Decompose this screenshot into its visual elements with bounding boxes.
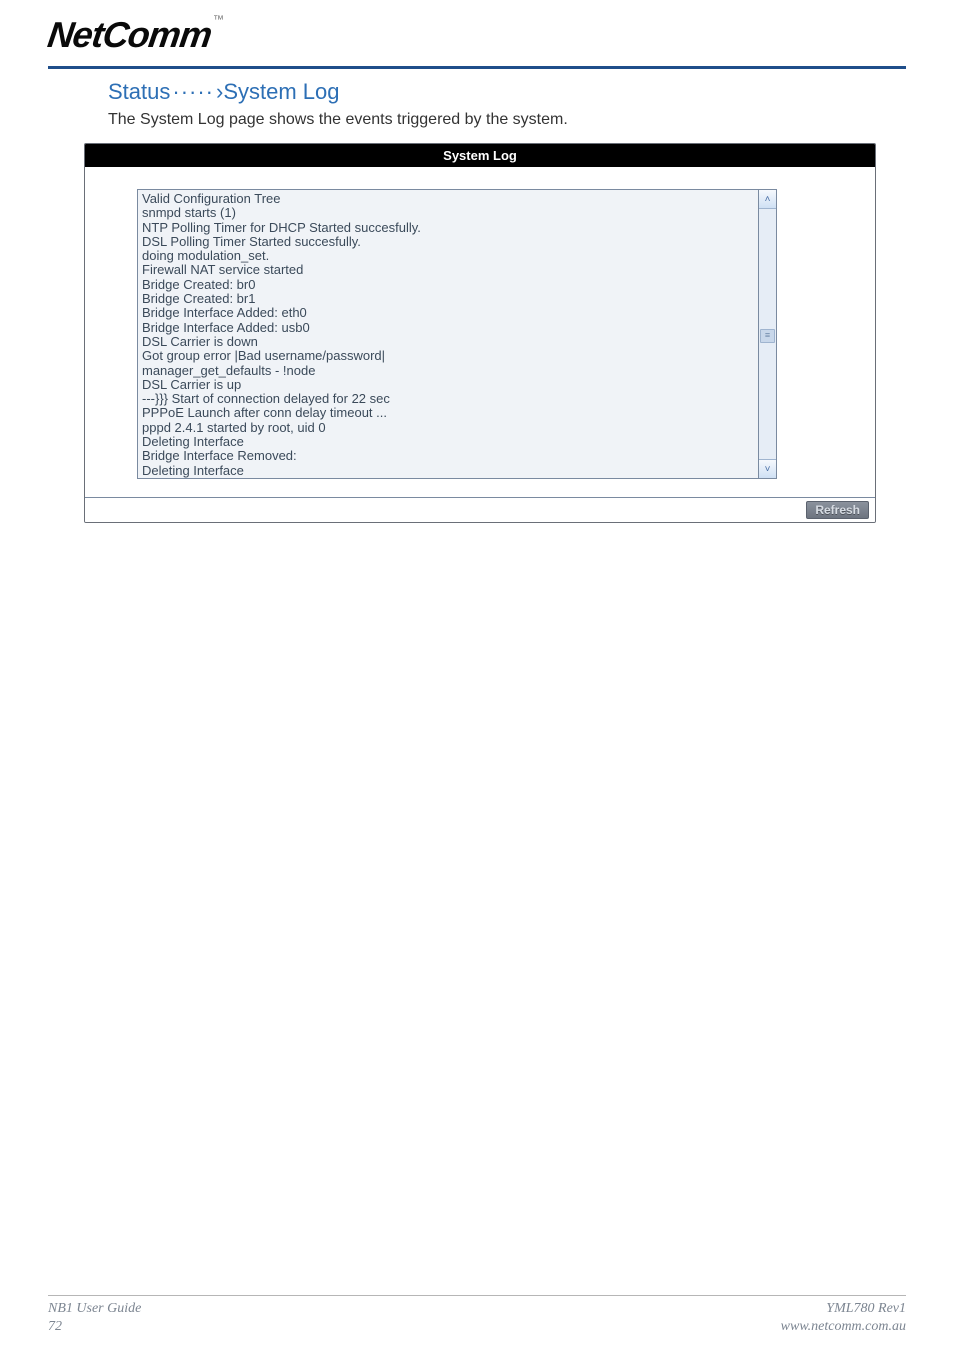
footer-doc-rev: YML780 Rev1 [781, 1300, 906, 1318]
scroll-down-button[interactable]: ˅ [759, 459, 776, 478]
brand-logo: NetComm™ [48, 14, 224, 56]
trademark-icon: ™ [213, 14, 224, 26]
page: NetComm™ Status·····›System Log The Syst… [0, 0, 954, 1354]
footer-page-number: 72 [48, 1318, 141, 1336]
page-footer: NB1 User Guide 72 YML780 Rev1 www.netcom… [48, 1295, 906, 1336]
footer-left: NB1 User Guide 72 [48, 1300, 141, 1336]
scroll-track[interactable]: ≡ [759, 209, 776, 459]
log-wrap: Valid Configuration Tree snmpd starts (1… [137, 189, 861, 479]
footer-right: YML780 Rev1 www.netcomm.com.au [781, 1300, 906, 1336]
log-textarea[interactable]: Valid Configuration Tree snmpd starts (1… [137, 189, 759, 479]
scroll-up-button[interactable]: ˄ [759, 190, 776, 209]
brand-logo-text: NetComm [45, 14, 214, 56]
system-log-panel: System Log Valid Configuration Tree snmp… [84, 143, 876, 523]
panel-footer: Refresh [85, 497, 875, 522]
scrollbar[interactable]: ˄ ≡ ˅ [759, 189, 777, 479]
chevron-down-icon: ˅ [765, 464, 771, 475]
breadcrumb-dots: ····· [172, 79, 214, 104]
panel-body: Valid Configuration Tree snmpd starts (1… [85, 167, 875, 497]
breadcrumb-tail: System Log [223, 79, 339, 104]
refresh-button[interactable]: Refresh [806, 501, 869, 519]
chevron-up-icon: ˄ [765, 194, 771, 205]
scroll-thumb[interactable]: ≡ [760, 329, 775, 343]
footer-divider [48, 1295, 906, 1296]
grip-icon: ≡ [761, 330, 774, 340]
breadcrumb-lead: Status [108, 79, 170, 104]
footer-row: NB1 User Guide 72 YML780 Rev1 www.netcom… [48, 1300, 906, 1336]
footer-url: www.netcomm.com.au [781, 1318, 906, 1336]
breadcrumb: Status·····›System Log [108, 79, 906, 105]
footer-guide-title: NB1 User Guide [48, 1300, 141, 1318]
page-intro: The System Log page shows the events tri… [108, 111, 906, 129]
brand-header: NetComm™ [48, 14, 906, 68]
panel-title: System Log [85, 144, 875, 167]
